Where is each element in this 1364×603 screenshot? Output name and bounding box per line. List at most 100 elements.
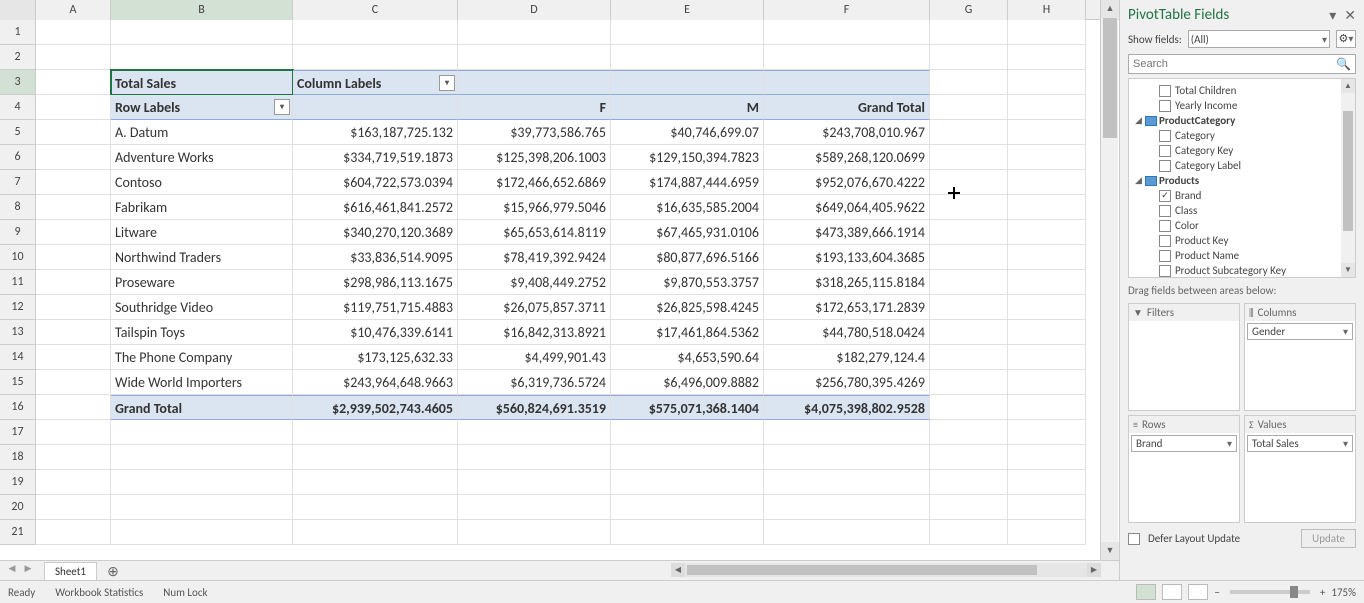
column-labels-dropdown[interactable]: ▾ — [439, 75, 455, 91]
row-header-19[interactable]: 19 — [0, 470, 36, 495]
cell-H13[interactable] — [1008, 320, 1086, 345]
cell-F19[interactable] — [764, 470, 930, 495]
pivot-value-cell[interactable]: $9,870,553.3757 — [611, 270, 764, 295]
col-header-A[interactable]: A — [36, 0, 111, 20]
cell-G16[interactable] — [930, 395, 1008, 420]
cell-H6[interactable] — [1008, 145, 1086, 170]
cell-A21[interactable] — [36, 520, 111, 545]
ptf-field-item[interactable]: Product Name — [1131, 248, 1353, 263]
zoom-thumb[interactable] — [1290, 586, 1298, 598]
cell-D17[interactable] — [458, 420, 611, 445]
cell-E3[interactable] — [611, 70, 764, 95]
field-checkbox[interactable] — [1159, 205, 1171, 217]
pivot-value-cell[interactable]: $39,773,586.765 — [458, 120, 611, 145]
cell-H7[interactable] — [1008, 170, 1086, 195]
pivot-row-labels-cell[interactable]: Row Labels▾ — [111, 95, 293, 120]
pivot-col-hdr-blank[interactable] — [293, 95, 458, 120]
ptf-field-item[interactable]: Total Children — [1131, 83, 1353, 98]
ptf-values-chip[interactable]: Total Sales▾ — [1247, 435, 1353, 452]
ptf-rows-chip[interactable]: Brand▾ — [1131, 435, 1237, 452]
cell-E19[interactable] — [611, 470, 764, 495]
cell-A17[interactable] — [36, 420, 111, 445]
cell-H9[interactable] — [1008, 220, 1086, 245]
pivot-grand-total-value[interactable]: $4,075,398,802.9528 — [764, 395, 930, 420]
cell-A9[interactable] — [36, 220, 111, 245]
ptf-field-item[interactable]: Class — [1131, 203, 1353, 218]
cell-B2[interactable] — [111, 45, 293, 70]
field-checkbox[interactable] — [1159, 235, 1171, 247]
field-checkbox[interactable] — [1159, 220, 1171, 232]
row-header-15[interactable]: 15 — [0, 370, 36, 395]
ptf-search-input[interactable] — [1133, 55, 1333, 73]
row-header-7[interactable]: 7 — [0, 170, 36, 195]
ptf-field-item[interactable]: Category Key — [1131, 143, 1353, 158]
pivot-value-cell[interactable]: $298,986,113.1675 — [293, 270, 458, 295]
cell-B17[interactable] — [111, 420, 293, 445]
cell-A5[interactable] — [36, 120, 111, 145]
pivot-value-cell[interactable]: $4,499,901.43 — [458, 345, 611, 370]
pivot-value-cell[interactable]: $340,270,120.3689 — [293, 220, 458, 245]
cell-F18[interactable] — [764, 445, 930, 470]
pivot-row-label[interactable]: Tailspin Toys — [111, 320, 293, 345]
cell-G9[interactable] — [930, 220, 1008, 245]
field-checkbox[interactable] — [1159, 100, 1171, 112]
cell-E21[interactable] — [611, 520, 764, 545]
cell-A7[interactable] — [36, 170, 111, 195]
cell-G14[interactable] — [930, 345, 1008, 370]
pivot-row-label[interactable]: Northwind Traders — [111, 245, 293, 270]
status-workbook-stats[interactable]: Workbook Statistics — [55, 586, 143, 599]
cell-B20[interactable] — [111, 495, 293, 520]
pivot-col-hdr-m[interactable]: M — [611, 95, 764, 120]
cell-E1[interactable] — [611, 20, 764, 45]
row-header-16[interactable]: 16 — [0, 395, 36, 420]
pivot-value-cell[interactable]: $256,780,395.4269 — [764, 370, 930, 395]
pivot-value-cell[interactable]: $173,125,632.33 — [293, 345, 458, 370]
cell-H19[interactable] — [1008, 470, 1086, 495]
cell-H4[interactable] — [1008, 95, 1086, 120]
cell-G10[interactable] — [930, 245, 1008, 270]
scroll-left-button[interactable]: ◀ — [671, 563, 685, 577]
scroll-right-button[interactable]: ▶ — [1087, 563, 1101, 577]
cell-C19[interactable] — [293, 470, 458, 495]
col-header-D[interactable]: D — [458, 0, 611, 20]
pivot-value-cell[interactable]: $9,408,449.2752 — [458, 270, 611, 295]
ptf-area-values[interactable]: ΣValues Total Sales▾ — [1244, 415, 1356, 523]
row-header-21[interactable]: 21 — [0, 520, 36, 545]
pivot-value-cell[interactable]: $44,780,518.0424 — [764, 320, 930, 345]
pivot-value-cell[interactable]: $243,964,648.9663 — [293, 370, 458, 395]
cell-A18[interactable] — [36, 445, 111, 470]
pivot-column-labels-cell[interactable]: Column Labels▾ — [293, 70, 458, 95]
pivot-value-cell[interactable]: $193,133,604.3685 — [764, 245, 930, 270]
row-header-6[interactable]: 6 — [0, 145, 36, 170]
cell-H8[interactable] — [1008, 195, 1086, 220]
collapse-icon[interactable]: ◢ — [1135, 175, 1145, 186]
ptf-scroll-down-icon[interactable]: ▼ — [1341, 263, 1355, 277]
cell-C18[interactable] — [293, 445, 458, 470]
row-header-17[interactable]: 17 — [0, 420, 36, 445]
field-checkbox[interactable] — [1159, 85, 1171, 97]
cell-G12[interactable] — [930, 295, 1008, 320]
cell-H21[interactable] — [1008, 520, 1086, 545]
pivot-title-cell[interactable]: Total Sales — [111, 70, 293, 95]
cell-H2[interactable] — [1008, 45, 1086, 70]
pivot-value-cell[interactable]: $26,075,857.3711 — [458, 295, 611, 320]
cell-H18[interactable] — [1008, 445, 1086, 470]
cell-B19[interactable] — [111, 470, 293, 495]
ptf-fields-scrollbar[interactable]: ▲ ▼ — [1341, 79, 1355, 277]
pivot-value-cell[interactable]: $318,265,115.8184 — [764, 270, 930, 295]
cell-C2[interactable] — [293, 45, 458, 70]
scroll-up-button[interactable]: ▲ — [1101, 0, 1119, 18]
cell-G15[interactable] — [930, 370, 1008, 395]
pivot-value-cell[interactable]: $589,268,120.0699 — [764, 145, 930, 170]
cell-G21[interactable] — [930, 520, 1008, 545]
ptf-dropdown-icon[interactable]: ▾ — [1329, 7, 1336, 24]
row-header-13[interactable]: 13 — [0, 320, 36, 345]
cell-A13[interactable] — [36, 320, 111, 345]
cell-D18[interactable] — [458, 445, 611, 470]
row-header-10[interactable]: 10 — [0, 245, 36, 270]
cell-F2[interactable] — [764, 45, 930, 70]
vertical-scroll-thumb[interactable] — [1103, 18, 1117, 138]
tab-nav-prev-icon[interactable]: ◀ — [4, 563, 20, 579]
vertical-scrollbar[interactable]: ▲ ▼ — [1100, 0, 1118, 560]
ptf-columns-chip[interactable]: Gender▾ — [1247, 323, 1353, 340]
